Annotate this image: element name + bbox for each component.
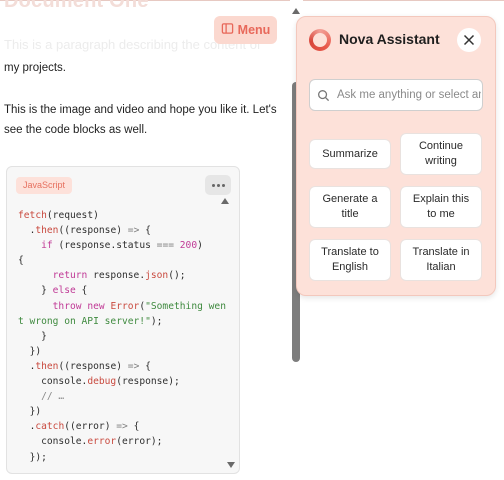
document-title: Document One: [4, 0, 149, 12]
code-scroll-up-arrow[interactable]: [221, 198, 229, 204]
search-icon: [318, 90, 330, 102]
translate-italian-button[interactable]: Translate in Italian: [400, 239, 482, 281]
menu-label: Menu: [237, 23, 271, 37]
editor: Document One This is a paragraph describ…: [0, 0, 290, 480]
code-scroll-down-arrow[interactable]: [227, 462, 235, 468]
action-label: Translate in Italian: [412, 246, 470, 273]
assistant-search[interactable]: [309, 79, 483, 111]
explain-button[interactable]: Explain this to me: [400, 186, 482, 228]
language-badge: JavaScript: [16, 177, 73, 194]
more-options-button[interactable]: [205, 175, 231, 195]
action-label: Translate to English: [321, 246, 379, 273]
more-icon: [211, 183, 225, 187]
menu-icon: [221, 22, 234, 38]
assistant-panel: Nova Assistant Summarize Continue writin…: [296, 16, 496, 296]
paragraph: This is the image and video and hope you…: [4, 104, 277, 136]
assistant-title: Nova Assistant: [339, 31, 440, 47]
action-label: Summarize: [322, 147, 378, 160]
assistant-logo-icon: [309, 29, 331, 51]
search-input[interactable]: [337, 80, 481, 110]
action-label: Explain this to me: [412, 193, 470, 220]
summarize-button[interactable]: Summarize: [309, 139, 391, 169]
paragraph: my projects.: [4, 62, 66, 74]
translate-english-button[interactable]: Translate to English: [309, 239, 391, 281]
action-label: Generate a title: [322, 193, 378, 220]
close-icon: [463, 34, 475, 46]
menu-button[interactable]: Menu: [214, 16, 277, 44]
close-button[interactable]: [457, 28, 481, 52]
action-label: Continue writing: [418, 140, 464, 167]
generate-title-button[interactable]: Generate a title: [309, 186, 391, 228]
code-block: JavaScript fetch(request) .then((respons…: [6, 166, 240, 474]
code-content: fetch(request) .then((response) => { if …: [18, 210, 226, 463]
continue-writing-button[interactable]: Continue writing: [400, 133, 482, 175]
scroll-up-arrow[interactable]: [292, 8, 300, 14]
